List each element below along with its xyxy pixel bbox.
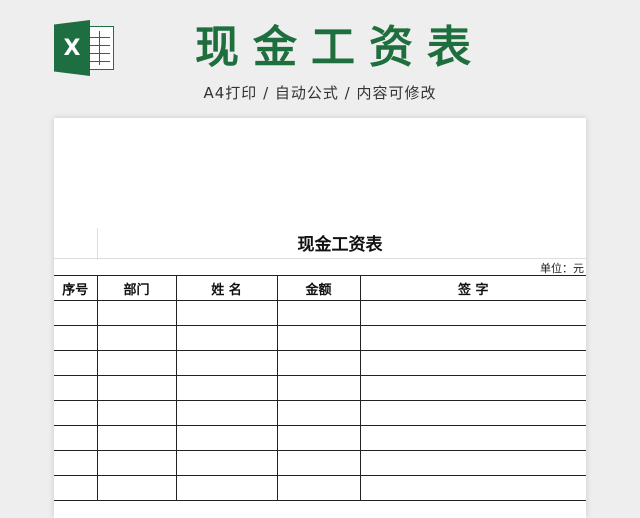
cell-department[interactable]	[96, 325, 177, 351]
salary-table: 序号 部门 姓 名 金额 签 字	[54, 275, 586, 501]
cell-signature[interactable]	[359, 300, 586, 326]
cell-index[interactable]	[54, 325, 98, 351]
cell-amount[interactable]	[276, 475, 361, 501]
cell-gridline	[54, 258, 586, 259]
sheet-preview: 现金工资表 单位：元 序号 部门 姓 名 金额 签 字	[54, 118, 586, 518]
cell-amount[interactable]	[276, 325, 361, 351]
cell-index[interactable]	[54, 375, 98, 401]
table-row	[54, 350, 586, 376]
unit-label: 单位：元	[540, 262, 584, 275]
cell-department[interactable]	[96, 425, 177, 451]
cell-name[interactable]	[175, 400, 278, 426]
table-row	[54, 425, 586, 451]
excel-logo-icon: X	[54, 20, 116, 76]
column-header-name: 姓 名	[175, 275, 278, 301]
cell-amount[interactable]	[276, 375, 361, 401]
logo-letter: X	[54, 20, 90, 76]
cell-index[interactable]	[54, 300, 98, 326]
cell-signature[interactable]	[359, 350, 586, 376]
cell-signature[interactable]	[359, 400, 586, 426]
cell-signature[interactable]	[359, 325, 586, 351]
cell-index[interactable]	[54, 400, 98, 426]
cell-department[interactable]	[96, 300, 177, 326]
cell-signature[interactable]	[359, 450, 586, 476]
table-row	[54, 300, 586, 326]
cell-name[interactable]	[175, 375, 278, 401]
page-subtitle: A4打印 / 自动公式 / 内容可修改	[203, 84, 437, 102]
column-header-index: 序号	[54, 275, 98, 301]
cell-name[interactable]	[175, 425, 278, 451]
page-title: 现金工资表	[195, 22, 485, 73]
cell-name[interactable]	[175, 325, 278, 351]
cell-name[interactable]	[175, 475, 278, 501]
table-row	[54, 450, 586, 476]
cell-department[interactable]	[96, 350, 177, 376]
cell-index[interactable]	[54, 475, 98, 501]
column-header-department: 部门	[96, 275, 177, 301]
table-row	[54, 400, 586, 426]
cell-amount[interactable]	[276, 400, 361, 426]
cell-name[interactable]	[175, 350, 278, 376]
table-row	[54, 475, 586, 501]
column-header-signature: 签 字	[359, 275, 586, 301]
cell-name[interactable]	[175, 450, 278, 476]
cell-index[interactable]	[54, 450, 98, 476]
cell-amount[interactable]	[276, 425, 361, 451]
column-header-amount: 金额	[276, 275, 361, 301]
cell-name[interactable]	[175, 300, 278, 326]
table-row	[54, 325, 586, 351]
cell-signature[interactable]	[359, 425, 586, 451]
cell-index[interactable]	[54, 350, 98, 376]
cell-index[interactable]	[54, 425, 98, 451]
cell-signature[interactable]	[359, 375, 586, 401]
cell-amount[interactable]	[276, 350, 361, 376]
cell-department[interactable]	[96, 475, 177, 501]
cell-department[interactable]	[96, 400, 177, 426]
cell-department[interactable]	[96, 450, 177, 476]
table-row	[54, 375, 586, 401]
cell-amount[interactable]	[276, 450, 361, 476]
cell-signature[interactable]	[359, 475, 586, 501]
table-header-row: 序号 部门 姓 名 金额 签 字	[54, 275, 586, 301]
sheet-title: 现金工资表	[297, 235, 383, 255]
cell-department[interactable]	[96, 375, 177, 401]
cell-amount[interactable]	[276, 300, 361, 326]
